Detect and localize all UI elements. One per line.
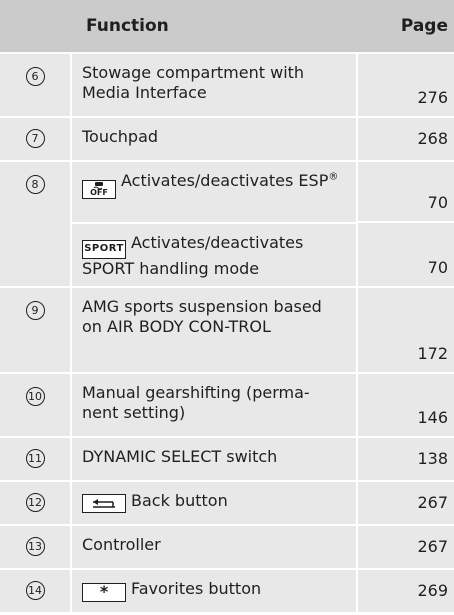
- function-text: DYNAMIC SELECT switch: [82, 447, 278, 466]
- function-text: SPORT Activates/deactivates SPORT handlin…: [82, 224, 346, 288]
- page-number: 267: [417, 537, 448, 556]
- function-text: Back button: [82, 482, 346, 522]
- table-row: 10 Manual gearshifting (perma-nent setti…: [0, 374, 454, 438]
- page-number: 267: [417, 493, 448, 512]
- page-number: 172: [417, 344, 448, 363]
- item-number: 13: [25, 537, 45, 556]
- page-number: 268: [417, 129, 448, 148]
- function-text: Controller: [82, 535, 161, 554]
- favorites-text: Favorites button: [131, 579, 262, 598]
- table-row: 9 AMG sports suspension based on AIR BOD…: [0, 288, 454, 374]
- page-number: 138: [417, 449, 448, 468]
- table-header: Function Page: [0, 0, 454, 54]
- function-text: OFF Activates/deactivates ESP®: [82, 162, 346, 222]
- header-function: Function: [72, 0, 356, 52]
- table-row: 14 * Favorites button 269: [0, 570, 454, 614]
- page-number: 146: [417, 408, 448, 427]
- header-page: Page: [358, 0, 454, 52]
- registered-mark: ®: [328, 171, 339, 183]
- item-number: 8: [25, 175, 45, 194]
- item-number: 9: [25, 301, 45, 320]
- function-text: * Favorites button: [82, 570, 346, 611]
- item-number: 12: [25, 493, 45, 512]
- star-button-icon: *: [82, 582, 126, 602]
- header-num-cell: [0, 0, 70, 52]
- page-number: 70: [427, 258, 448, 277]
- item-number: 7: [25, 129, 45, 148]
- page-number: 70: [427, 193, 448, 213]
- item-number: 6: [25, 67, 45, 86]
- table-row: 7 Touchpad 268: [0, 118, 454, 162]
- item-number: 14: [25, 581, 45, 600]
- esp-text: Activates/deactivates ESP: [121, 171, 329, 190]
- esp-off-label: OFF: [90, 188, 108, 197]
- table-row: 12 Back button 267: [0, 482, 454, 526]
- page-number: 276: [417, 88, 448, 107]
- table-row: 6 Stowage compartment with Media Interfa…: [0, 54, 454, 118]
- item-number: 10: [25, 387, 45, 406]
- function-text: Stowage compartment with Media Interface: [82, 63, 305, 102]
- function-text: Touchpad: [82, 127, 159, 146]
- table-row: 11 DYNAMIC SELECT switch 138: [0, 438, 454, 482]
- function-text: AMG sports suspension based on AIR BODY …: [82, 297, 322, 336]
- table-row: 13 Controller 267: [0, 526, 454, 570]
- back-text: Back button: [131, 491, 228, 510]
- page-number: 269: [417, 581, 448, 600]
- back-button-icon: [82, 494, 126, 513]
- sport-key-icon: SPORT: [82, 239, 126, 259]
- esp-off-icon: OFF: [82, 179, 116, 199]
- function-text: Manual gearshifting (perma-nent setting): [82, 383, 310, 422]
- item-number: 11: [25, 449, 45, 468]
- function-table: Function Page 6 Stowage compartment with…: [0, 0, 454, 614]
- table-row: 8 OFF Activates/deactivates ESP® SPORT Ac…: [0, 162, 454, 288]
